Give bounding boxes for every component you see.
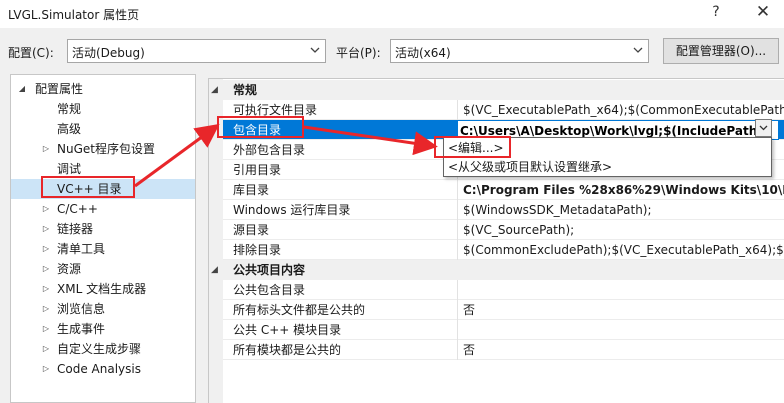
tree-item-label: 链接器 xyxy=(57,222,94,236)
tree-item-label: 资源 xyxy=(57,262,82,276)
property-name: 所有模块都是公共的 xyxy=(233,343,342,357)
grid-category[interactable]: ◢ 公共项目内容 xyxy=(209,260,784,280)
column-divider[interactable] xyxy=(457,100,458,120)
property-value: $(VC_SourcePath); xyxy=(463,223,575,237)
column-divider[interactable] xyxy=(457,300,458,320)
column-divider[interactable] xyxy=(457,220,458,240)
tree-item[interactable]: ▷ Code Analysis xyxy=(11,359,195,379)
property-name: 源目录 xyxy=(233,223,270,237)
property-tree: ◢ 配置属性 常规 高级 ▷ NuGet程序包设置 调试 VC++ 目录 ▷ C/C++ ▷ 链接… xyxy=(10,74,196,403)
tree-item[interactable]: ▷ 清单工具 xyxy=(11,239,195,259)
property-row[interactable]: Windows 运行库目录 $(WindowsSDK_MetadataPath); xyxy=(223,200,784,220)
value-dropdown-button[interactable] xyxy=(755,119,772,137)
property-row[interactable]: 公共 C++ 模块目录 xyxy=(223,320,784,340)
property-name: 外部包含目录 xyxy=(233,143,306,157)
tree-item-label: 浏览信息 xyxy=(57,302,106,316)
tree-root-label: 配置属性 xyxy=(35,82,84,96)
property-name: 所有标头文件都是公共的 xyxy=(233,303,366,317)
dropdown-item-inherit[interactable]: <从父级或项目默认设置继承> xyxy=(448,158,612,176)
column-divider[interactable] xyxy=(457,340,458,360)
tree-item-label: C/C++ xyxy=(57,202,98,216)
property-value: C:\Program Files %28x86%29\Windows Kits\… xyxy=(463,183,784,197)
chevron-down-icon xyxy=(633,47,643,53)
close-button[interactable]: ✕ xyxy=(752,2,774,22)
tree-item[interactable]: 常规 xyxy=(11,99,195,119)
tree-item-label: 常规 xyxy=(57,102,82,116)
property-name: 排除目录 xyxy=(233,243,282,257)
collapsed-triangle-icon[interactable]: ▷ xyxy=(41,319,51,339)
property-row[interactable]: 库目录 C:\Program Files %28x86%29\Windows Ki… xyxy=(223,180,784,200)
tree-item[interactable]: ▷ 浏览信息 xyxy=(11,299,195,319)
tree-item-label: Code Analysis xyxy=(57,362,141,376)
category-label: 常规 xyxy=(233,83,258,97)
column-divider[interactable] xyxy=(457,320,458,340)
tree-item-label: 高级 xyxy=(57,122,82,136)
property-value: $(VC_ExecutablePath_x64);$(CommonExecuta… xyxy=(463,103,784,117)
expanded-triangle-icon[interactable]: ◢ xyxy=(17,79,27,99)
tree-item[interactable]: 高级 xyxy=(11,119,195,139)
property-row[interactable]: 所有模块都是公共的 否 xyxy=(223,340,784,360)
title-bar: LVGL.Simulator 属性页 ? ✕ xyxy=(0,0,784,28)
grid-category[interactable]: ◢ 常规 xyxy=(209,80,784,100)
config-combo[interactable]: 活动(Debug) xyxy=(67,39,326,63)
property-value: 否 xyxy=(463,343,476,357)
tree-item-label: 自定义生成步骤 xyxy=(57,342,142,356)
collapsed-triangle-icon[interactable]: ▷ xyxy=(41,139,51,159)
property-value: $(CommonExcludePath);$(VC_ExecutablePath… xyxy=(463,243,784,257)
config-label: 配置(C): xyxy=(8,46,54,60)
property-name: 公共包含目录 xyxy=(233,283,306,297)
expanded-triangle-icon[interactable]: ◢ xyxy=(211,80,218,100)
collapsed-triangle-icon[interactable]: ▷ xyxy=(41,279,51,299)
property-name: 公共 C++ 模块目录 xyxy=(233,323,342,337)
configuration-manager-button[interactable]: 配置管理器(O)... xyxy=(663,38,779,64)
collapsed-triangle-icon[interactable]: ▷ xyxy=(41,339,51,359)
property-row[interactable]: 源目录 $(VC_SourcePath); xyxy=(223,220,784,240)
collapsed-triangle-icon[interactable]: ▷ xyxy=(41,359,51,379)
window-title: LVGL.Simulator 属性页 xyxy=(8,8,140,22)
property-row[interactable]: 排除目录 $(CommonExcludePath);$(VC_Executable… xyxy=(223,240,784,260)
property-name: 引用目录 xyxy=(233,163,282,177)
property-value: $(WindowsSDK_MetadataPath); xyxy=(463,203,652,217)
property-row[interactable]: 可执行文件目录 $(VC_ExecutablePath_x64);$(Common… xyxy=(223,100,784,120)
column-divider[interactable] xyxy=(457,280,458,300)
tree-root-config-properties[interactable]: ◢ 配置属性 xyxy=(11,79,195,99)
platform-value: 活动(x64) xyxy=(395,46,451,60)
property-row[interactable]: 所有标头文件都是公共的 否 xyxy=(223,300,784,320)
column-divider[interactable] xyxy=(457,240,458,260)
property-name: Windows 运行库目录 xyxy=(233,203,351,217)
chevron-down-icon xyxy=(310,47,320,53)
platform-combo[interactable]: 活动(x64) xyxy=(390,39,649,63)
collapsed-triangle-icon[interactable]: ▷ xyxy=(41,259,51,279)
column-divider[interactable] xyxy=(457,200,458,220)
property-value: 否 xyxy=(463,303,476,317)
column-divider[interactable] xyxy=(457,180,458,200)
category-label: 公共项目内容 xyxy=(233,263,306,277)
highlight-box-vcpp xyxy=(41,176,135,198)
tree-item-label: NuGet程序包设置 xyxy=(57,142,155,156)
tree-item[interactable]: ▷ 生成事件 xyxy=(11,319,195,339)
collapsed-triangle-icon[interactable]: ▷ xyxy=(41,239,51,259)
tree-item[interactable]: ▷ 自定义生成步骤 xyxy=(11,339,195,359)
tree-item[interactable]: ▷ 链接器 xyxy=(11,219,195,239)
property-name: 库目录 xyxy=(233,183,270,197)
tree-item-label: 生成事件 xyxy=(57,322,106,336)
tree-item[interactable]: ▷ NuGet程序包设置 xyxy=(11,139,195,159)
collapsed-triangle-icon[interactable]: ▷ xyxy=(41,219,51,239)
property-row[interactable]: 公共包含目录 xyxy=(223,280,784,300)
collapsed-triangle-icon[interactable]: ▷ xyxy=(41,199,51,219)
configuration-bar: 配置(C): 活动(Debug) 平台(P): 活动(x64) 配置管理器(O)… xyxy=(0,28,784,72)
config-value: 活动(Debug) xyxy=(72,46,145,60)
tree-item-label: 清单工具 xyxy=(57,242,106,256)
tree-item-label: XML 文档生成器 xyxy=(57,282,147,296)
tree-item[interactable]: ▷ 资源 xyxy=(11,259,195,279)
tree-item[interactable]: ▷ C/C++ xyxy=(11,199,195,219)
chevron-down-icon xyxy=(759,125,768,131)
platform-label: 平台(P): xyxy=(336,46,381,60)
collapsed-triangle-icon[interactable]: ▷ xyxy=(41,299,51,319)
tree-item[interactable]: ▷ XML 文档生成器 xyxy=(11,279,195,299)
expanded-triangle-icon[interactable]: ◢ xyxy=(211,260,218,280)
highlight-box-edit xyxy=(434,136,511,158)
help-button[interactable]: ? xyxy=(706,4,726,20)
highlight-box-include xyxy=(217,116,304,138)
